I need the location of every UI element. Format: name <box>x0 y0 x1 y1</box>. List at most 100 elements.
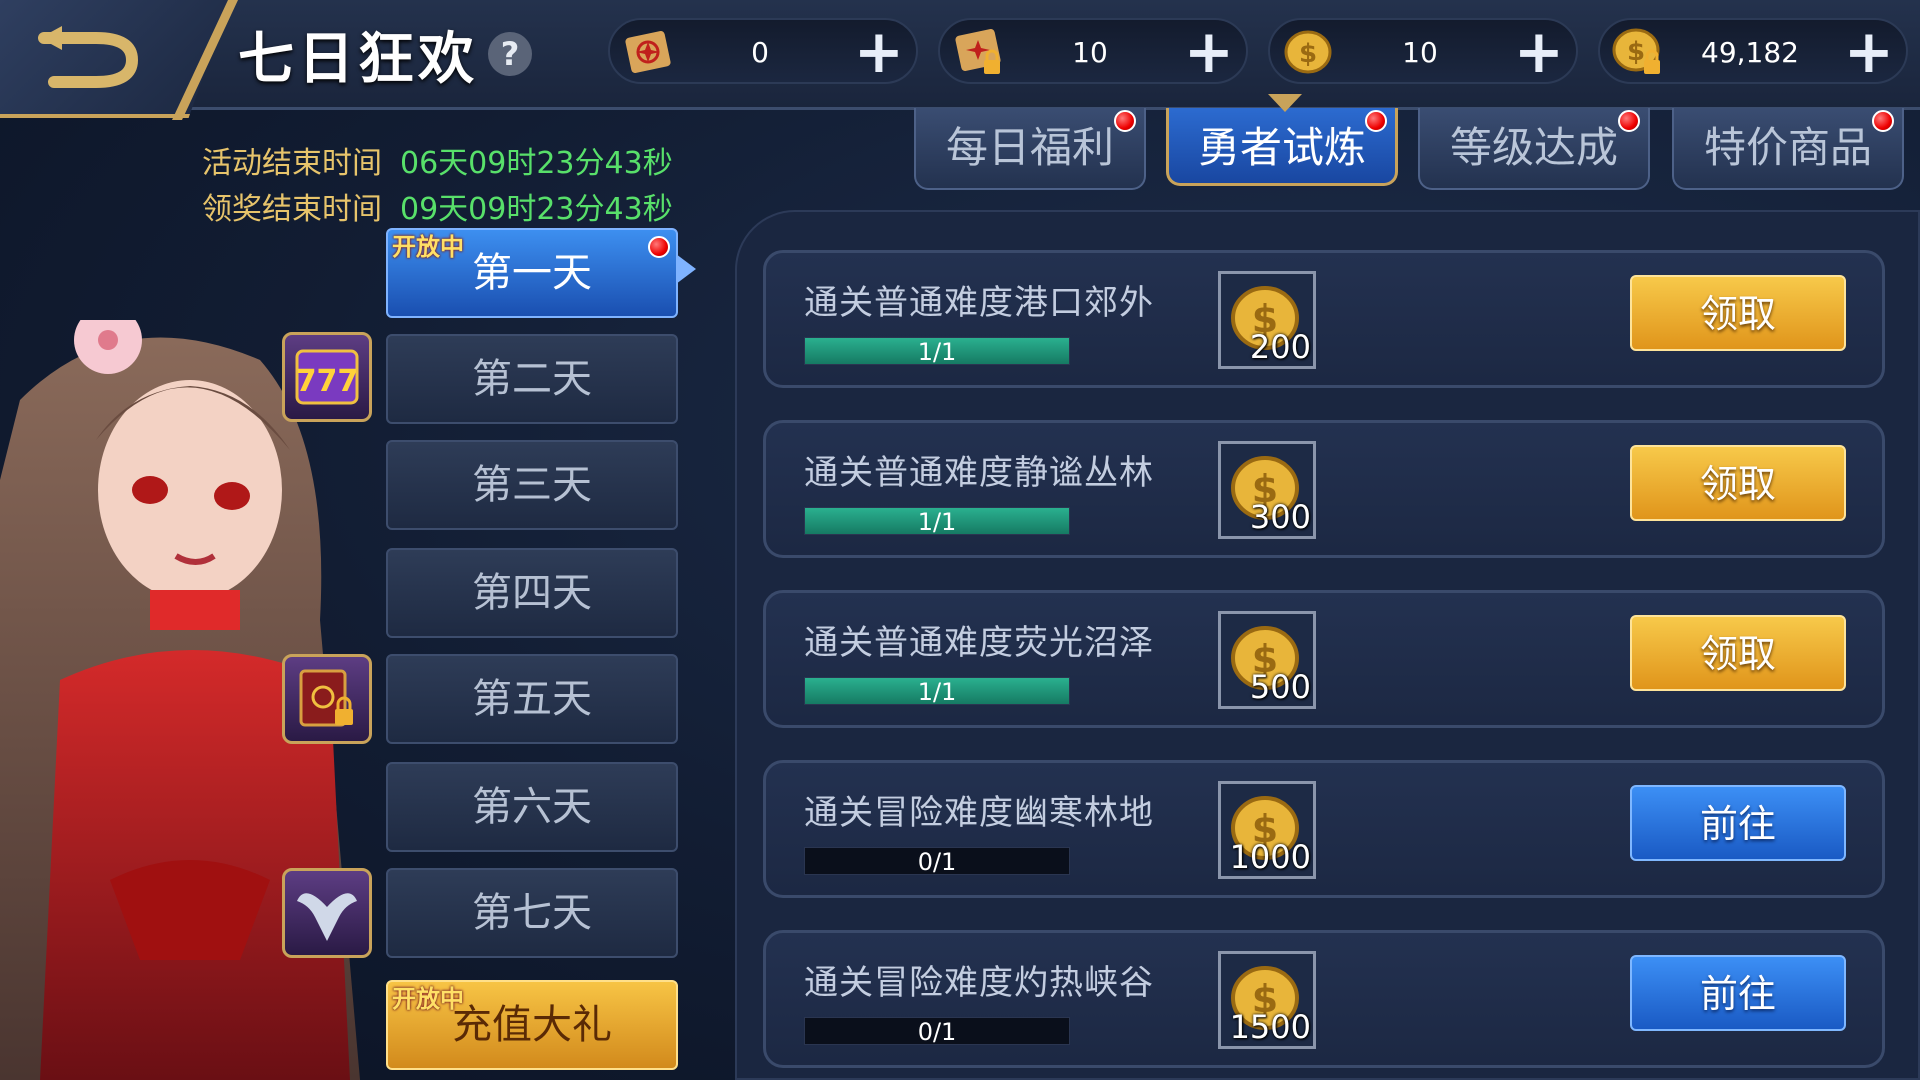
day-label: 充值大礼 <box>452 1002 612 1048</box>
quest-item: 通关普通难度荧光沼泽 1/1 $ 500 领取 <box>763 590 1885 728</box>
add-locked-scroll-button[interactable]: + <box>1184 22 1234 82</box>
reward-amount: 200 <box>1249 328 1311 366</box>
top-bar: 七日狂欢 ? 0 + 10 + $ 10 + $ 49,182 + <box>0 0 1920 120</box>
reward-amount: 500 <box>1249 668 1311 706</box>
selected-day-pointer-icon <box>676 254 696 284</box>
progress-bar: 1/1 <box>804 337 1070 366</box>
tab-label: 每日福利 <box>945 123 1114 172</box>
day-5-button[interactable]: 第五天 <box>386 654 678 744</box>
resource-value: 10 <box>1402 36 1438 69</box>
coin-icon: $ <box>1284 30 1332 74</box>
add-coin-button[interactable]: + <box>1514 22 1564 82</box>
add-locked-coin-button[interactable]: + <box>1844 22 1894 82</box>
tab-special-offers[interactable]: 特价商品 <box>1672 108 1904 190</box>
day-2-button[interactable]: 第二天 <box>386 334 678 424</box>
resource-value: 49,182 <box>1701 36 1799 69</box>
quest-name: 通关普通难度港口郊外 <box>804 283 1154 323</box>
svg-text:777: 777 <box>296 364 359 399</box>
day-6-button[interactable]: 第六天 <box>386 762 678 852</box>
quest-item: 通关冒险难度幽寒林地 0/1 $ 1000 前往 <box>763 760 1885 898</box>
quest-item: 通关普通难度静谧丛林 1/1 $ 300 领取 <box>763 420 1885 558</box>
quest-name: 通关普通难度静谧丛林 <box>804 453 1154 493</box>
tab-label: 特价商品 <box>1703 123 1872 172</box>
go-button[interactable]: 前往 <box>1630 955 1846 1031</box>
event-end-timer: 活动结束时间 06天09时23分43秒 <box>202 138 673 182</box>
header-divider-icon <box>172 0 238 120</box>
day-label: 第二天 <box>472 356 592 402</box>
notification-dot <box>1618 110 1640 132</box>
reward-slot[interactable]: $ 200 <box>1218 271 1316 369</box>
back-arrow-icon <box>38 26 139 88</box>
locked-scroll-icon <box>955 28 1001 74</box>
resource-coin: $ 10 + <box>1268 18 1578 84</box>
progress-bar: 0/1 <box>804 1017 1070 1046</box>
reward-slot[interactable]: $ 500 <box>1218 611 1316 709</box>
reward-slot[interactable]: $ 1000 <box>1218 781 1316 879</box>
progress-text: 0/1 <box>917 848 957 876</box>
claim-end-label: 领奖结束时间 <box>202 192 382 227</box>
add-scroll-button[interactable]: + <box>854 22 904 82</box>
quest-item: 通关冒险难度灼热峡谷 0/1 $ 1500 前往 <box>763 930 1885 1068</box>
notification-dot <box>648 236 670 258</box>
wings-reward[interactable] <box>282 868 372 958</box>
day-label: 第六天 <box>472 784 592 830</box>
progress-text: 0/1 <box>917 1018 957 1046</box>
locked-coin-icon: $ <box>1612 28 1660 74</box>
resource-scroll: 0 + <box>608 18 918 84</box>
day-7-button[interactable]: 第七天 <box>386 868 678 958</box>
resource-locked-coin: $ 49,182 + <box>1598 18 1908 84</box>
day-4-button[interactable]: 第四天 <box>386 548 678 638</box>
resource-value: 0 <box>751 36 769 69</box>
resource-value: 10 <box>1072 36 1108 69</box>
open-tag: 开放中 <box>392 985 464 1013</box>
notification-dot <box>1114 110 1136 132</box>
progress-text: 1/1 <box>917 678 957 706</box>
svg-text:$: $ <box>1299 39 1317 69</box>
tab-label: 勇者试炼 <box>1197 123 1366 172</box>
claim-button[interactable]: 领取 <box>1630 615 1846 691</box>
page-title: 七日狂欢 <box>238 27 478 92</box>
reward-amount: 300 <box>1249 498 1311 536</box>
quest-name: 通关冒险难度灼热峡谷 <box>804 963 1154 1003</box>
progress-bar: 1/1 <box>804 507 1070 536</box>
resource-locked-scroll: 10 + <box>938 18 1248 84</box>
reward-slot[interactable]: $ 1500 <box>1218 951 1316 1049</box>
scroll-icon <box>625 30 671 74</box>
slot-machine-reward[interactable]: 777 <box>282 332 372 422</box>
tab-daily-welfare[interactable]: 每日福利 <box>914 108 1146 190</box>
progress-text: 1/1 <box>917 508 957 536</box>
notification-dot <box>1872 110 1894 132</box>
tab-label: 等级达成 <box>1449 123 1618 172</box>
recharge-gift-button[interactable]: 开放中 充值大礼 <box>386 980 678 1070</box>
tab-hero-trial[interactable]: 勇者试炼 <box>1166 108 1398 186</box>
svg-text:$: $ <box>1627 37 1645 67</box>
day-label: 第一天 <box>472 250 592 296</box>
locked-book-icon <box>299 669 353 727</box>
claim-button[interactable]: 领取 <box>1630 275 1846 351</box>
quest-name: 通关普通难度荧光沼泽 <box>804 623 1154 663</box>
day-label: 第七天 <box>472 890 592 936</box>
reward-slot[interactable]: $ 300 <box>1218 441 1316 539</box>
quest-item: 通关普通难度港口郊外 1/1 $ 200 领取 <box>763 250 1885 388</box>
claim-button[interactable]: 领取 <box>1630 445 1846 521</box>
reward-amount: 1000 <box>1229 838 1311 876</box>
wings-icon <box>297 893 357 941</box>
help-icon[interactable]: ? <box>488 32 532 76</box>
claim-end-value: 09天09时23分43秒 <box>400 192 673 227</box>
event-end-value: 06天09时23分43秒 <box>400 146 673 181</box>
reward-amount: 1500 <box>1229 1008 1311 1046</box>
tab-level-reach[interactable]: 等级达成 <box>1418 108 1650 190</box>
progress-bar: 0/1 <box>804 847 1070 876</box>
day-label: 第五天 <box>472 676 592 722</box>
day-1-button[interactable]: 开放中 第一天 <box>386 228 678 318</box>
locked-book-reward[interactable] <box>282 654 372 744</box>
slot-machine-icon: 777 <box>295 349 359 405</box>
event-end-label: 活动结束时间 <box>202 146 382 181</box>
open-tag: 开放中 <box>392 233 464 261</box>
go-button[interactable]: 前往 <box>1630 785 1846 861</box>
day-label: 第四天 <box>472 570 592 616</box>
claim-end-timer: 领奖结束时间 09天09时23分43秒 <box>202 184 673 228</box>
day-label: 第三天 <box>472 462 592 508</box>
progress-text: 1/1 <box>917 338 957 366</box>
day-3-button[interactable]: 第三天 <box>386 440 678 530</box>
